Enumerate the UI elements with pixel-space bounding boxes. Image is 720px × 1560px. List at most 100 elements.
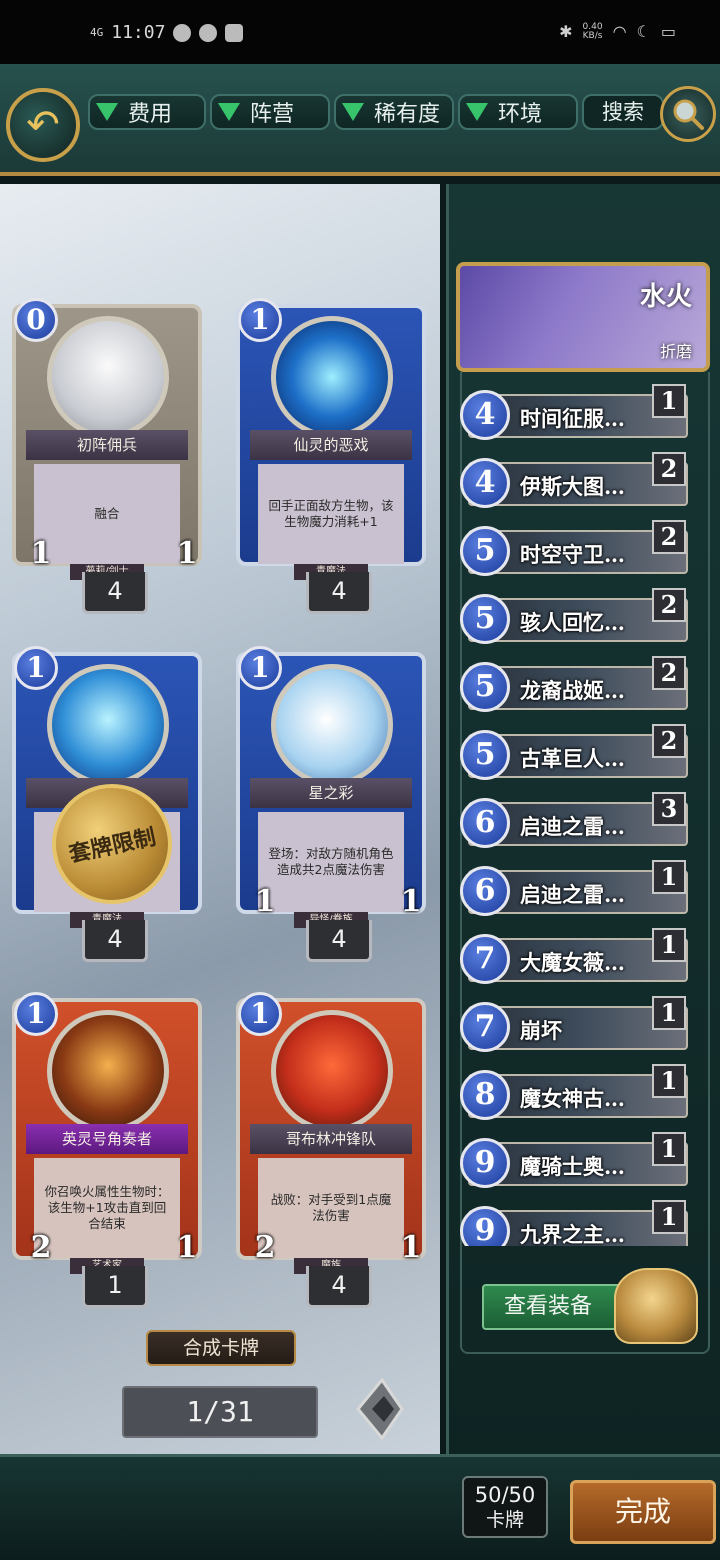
next-page-button[interactable]: [352, 1374, 408, 1444]
card-cost: 1: [238, 646, 282, 690]
deck-hero-subtitle: 折磨: [659, 342, 692, 361]
deck-row-cost: 5: [460, 526, 510, 576]
filter-rarity-label: 稀有度: [374, 102, 441, 127]
done-button[interactable]: 完成: [570, 1480, 716, 1544]
deck-row[interactable]: 九界之主… 9 1: [460, 1200, 688, 1246]
network-indicator: 4G: [90, 26, 104, 39]
card-art: [47, 316, 169, 438]
card-art: [271, 316, 393, 438]
search-label[interactable]: 搜索: [582, 94, 664, 130]
card-cost: 1: [14, 646, 58, 690]
deck-row-count: 2: [652, 452, 686, 486]
deck-row-cost: 5: [460, 730, 510, 780]
back-arrow-icon: ↶: [26, 102, 60, 148]
card-attack: 1: [254, 884, 276, 919]
deck-row[interactable]: 魔女神古… 8 1: [460, 1064, 688, 1124]
app-root: 4G 11:07 ✱ 0.40 KB/s ◠ ☾ ▭ ↶ 费用 阵营 稀有度 环…: [0, 0, 720, 1560]
page-indicator: 1/31: [122, 1386, 318, 1438]
back-button[interactable]: ↶: [6, 88, 80, 162]
card-cost: 0: [14, 298, 58, 342]
dropdown-triangle-icon: [96, 103, 118, 121]
card-attack: 2: [30, 1230, 52, 1265]
card-art: [47, 1010, 169, 1132]
helmet-icon: [614, 1268, 698, 1344]
deck-row-count: 2: [652, 588, 686, 622]
synthesize-card-button[interactable]: 合成卡牌: [146, 1330, 296, 1366]
status-bar: 4G 11:07 ✱ 0.40 KB/s ◠ ☾ ▭: [0, 0, 720, 64]
battery-icon: ▭: [660, 22, 676, 41]
card-cost: 1: [238, 298, 282, 342]
card-art: [47, 664, 169, 786]
card-health: 1: [400, 884, 422, 919]
deck-row-count: 2: [652, 520, 686, 554]
deck-row-name: 伊斯大图…: [520, 474, 625, 499]
filter-cost[interactable]: 费用: [88, 94, 206, 130]
deck-row-name: 九界之主…: [520, 1222, 625, 1246]
deck-row-name: 古革巨人…: [520, 746, 625, 771]
deck-row[interactable]: 伊斯大图… 4 2: [460, 452, 688, 512]
deck-row-name: 魔骑士奥…: [520, 1154, 625, 1179]
filter-faction-label: 阵营: [250, 102, 295, 127]
deck-row[interactable]: 启迪之雷… 6 3: [460, 792, 688, 852]
filter-faction[interactable]: 阵营: [210, 94, 330, 130]
card-item[interactable]: 仙灵的恶戏 回手正面敌方生物，该生物魔力消耗+1 青魔法 1 4: [236, 296, 426, 614]
card-item[interactable]: 初阵佣兵 融合 夢莉/剑士 0 1 1 4: [12, 296, 202, 614]
card-cost: 1: [238, 992, 282, 1036]
deck-row-cost: 7: [460, 1002, 510, 1052]
card-art: [271, 1010, 393, 1132]
deck-row-cost: 4: [460, 458, 510, 508]
deck-row-count: 2: [652, 724, 686, 758]
magnifier-icon: [673, 99, 704, 130]
deck-hero-name: 水火: [639, 282, 692, 312]
card-item[interactable]: 青魔法 1 4 套牌限制: [12, 644, 202, 962]
deck-row[interactable]: 龙裔战姬… 5 2: [460, 656, 688, 716]
card-name: 仙灵的恶戏: [250, 430, 412, 460]
filter-environment[interactable]: 环境: [458, 94, 578, 130]
deck-row-name: 骇人回忆…: [520, 610, 625, 635]
deck-row[interactable]: 古革巨人… 5 2: [460, 724, 688, 784]
deck-row-name: 启迪之雷…: [520, 814, 625, 839]
deck-row[interactable]: 时空守卫… 5 2: [460, 520, 688, 580]
card-item[interactable]: 哥布林冲锋队 战败：对手受到1点魔法伤害 魔族 1 2 1 4: [236, 990, 426, 1308]
card-health: 1: [176, 1230, 198, 1265]
card-name: 星之彩: [250, 778, 412, 808]
deck-row-count: 1: [652, 928, 686, 962]
deck-row-count: 3: [652, 792, 686, 826]
chevron-right-icon: [356, 1377, 404, 1441]
filter-cost-label: 费用: [128, 102, 173, 127]
filter-environment-label: 环境: [498, 102, 543, 127]
card-item[interactable]: 英灵号角奏者 你召唤火属性生物时：该生物+1攻击直到回合结束 艺术家 1 2 1…: [12, 990, 202, 1308]
deck-card-list[interactable]: 时间征服… 4 1 伊斯大图… 4 2 时空守卫… 5 2 骇人回忆… 5 2 …: [460, 384, 692, 1246]
card-owned-count: 1: [82, 1266, 148, 1308]
card-name: 初阵佣兵: [26, 430, 188, 460]
card-name: 哥布林冲锋队: [250, 1124, 412, 1154]
deck-row[interactable]: 时间征服… 4 1: [460, 384, 688, 444]
deck-row[interactable]: 大魔女薇… 7 1: [460, 928, 688, 988]
deck-row-count: 1: [652, 1200, 686, 1234]
compass-icon: [199, 23, 218, 42]
deck-hero-banner[interactable]: 水火 折磨: [456, 262, 710, 372]
dropdown-triangle-icon: [342, 103, 364, 121]
dropdown-triangle-icon: [218, 103, 240, 121]
deck-row[interactable]: 骇人回忆… 5 2: [460, 588, 688, 648]
deck-row-count: 1: [652, 1132, 686, 1166]
deck-card-count: 50/50 卡牌: [462, 1476, 548, 1538]
deck-row[interactable]: 魔骑士奥… 9 1: [460, 1132, 688, 1192]
dropdown-triangle-icon: [466, 103, 488, 121]
deck-row-name: 龙裔战姬…: [520, 678, 625, 703]
deck-row[interactable]: 启迪之雷… 6 1: [460, 860, 688, 920]
filter-rarity[interactable]: 稀有度: [334, 94, 454, 130]
deck-row-cost: 8: [460, 1070, 510, 1120]
deck-row-name: 启迪之雷…: [520, 882, 625, 907]
deck-row-count: 2: [652, 656, 686, 690]
deck-row-count: 1: [652, 384, 686, 418]
search-button[interactable]: [660, 86, 716, 142]
deck-row-name: 时间征服…: [520, 406, 625, 431]
q-app-icon: [173, 23, 192, 42]
card-owned-count: 4: [82, 920, 148, 962]
card-name: 英灵号角奏者: [26, 1124, 188, 1154]
card-item[interactable]: 星之彩 登场：对敌方随机角色造成共2点魔法伤害 异怪/眷族 1 1 1 4: [236, 644, 426, 962]
deck-row-cost: 9: [460, 1138, 510, 1188]
deck-row[interactable]: 崩坏 7 1: [460, 996, 688, 1056]
card-art: [271, 664, 393, 786]
